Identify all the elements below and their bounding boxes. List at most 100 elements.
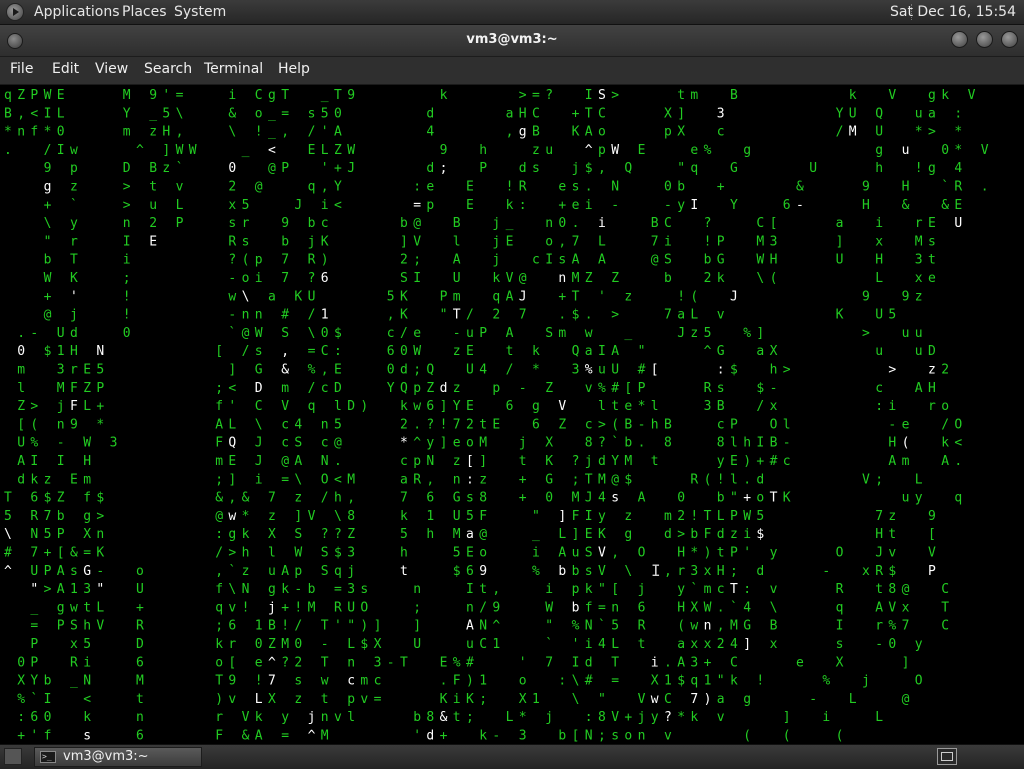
matrix-char: = (334, 582, 342, 597)
menu-edit[interactable]: Edit (52, 61, 79, 77)
matrix-char: E (308, 143, 316, 158)
matrix-char: e (572, 198, 580, 213)
matrix-char: 2 (294, 655, 302, 670)
matrix-char: , (228, 491, 236, 506)
system-menu[interactable]: System (174, 3, 226, 21)
matrix-char: ; (598, 729, 606, 744)
matrix-char: + (519, 491, 527, 506)
matrix-char: ) (704, 546, 712, 561)
workspace-switcher-icon[interactable] (937, 748, 957, 765)
matrix-char: & (70, 546, 78, 561)
matrix-char: 5 (83, 637, 91, 652)
matrix-char: s (360, 582, 368, 597)
matrix-char: A (215, 417, 223, 432)
matrix-char: C (321, 344, 329, 359)
places-menu[interactable]: Places (122, 3, 167, 21)
matrix-char: w (585, 326, 593, 341)
menu-search[interactable]: Search (144, 61, 192, 77)
matrix-char: 7 (400, 491, 408, 506)
menu-view[interactable]: View (95, 61, 128, 77)
matrix-char: k (83, 710, 91, 725)
matrix-char: W (545, 600, 553, 615)
matrix-char: ? (704, 216, 712, 231)
terminal-output[interactable]: q Z P W E M 9 ' = i Cg T _ T 9 k > =? I S > t m Bk Vg k V B, < I L Y _ 5 \… (0, 85, 1024, 744)
matrix-char: ; (123, 271, 131, 286)
matrix-char: . (572, 216, 580, 231)
window-titlebar[interactable]: vm3@vm3:~ (0, 25, 1024, 57)
matrix-char: H (902, 180, 910, 195)
matrix-char: T (400, 655, 408, 670)
matrix-char: > (96, 509, 104, 524)
menu-terminal[interactable]: Terminal (204, 61, 263, 77)
close-button[interactable] (1001, 31, 1018, 48)
clock[interactable]: Sat Dec 16, 15:54 (890, 3, 1016, 21)
matrix-char: T (572, 289, 580, 304)
matrix-char: P (479, 326, 487, 341)
matrix-char: A (677, 655, 685, 670)
matrix-char: 7 (690, 692, 698, 707)
matrix-char: h (426, 527, 434, 542)
matrix-char: t (717, 546, 725, 561)
matrix-char: d (756, 472, 764, 487)
matrix-char: \ (624, 564, 632, 579)
matrix-char: 3 (717, 106, 725, 121)
matrix-char: a (506, 106, 514, 121)
applications-menu[interactable]: Applications (34, 3, 120, 21)
matrix-char: ? (281, 655, 289, 670)
matrix-char: T (281, 88, 289, 103)
matrix-char: F (215, 436, 223, 451)
maximize-button[interactable] (976, 31, 993, 48)
matrix-char: 0 (677, 491, 685, 506)
matrix-char: a (268, 289, 276, 304)
matrix-char: b (572, 564, 580, 579)
matrix-char: Z (268, 637, 276, 652)
matrix-char: w (70, 600, 78, 615)
matrix-char: 4 (426, 125, 434, 140)
gnome-foot-icon[interactable] (6, 3, 24, 21)
taskbar-window-button[interactable]: vm3@vm3:~ (34, 747, 202, 767)
matrix-char: E (466, 198, 474, 213)
matrix-char: - (783, 436, 791, 451)
matrix-char: 3 (690, 655, 698, 670)
matrix-char: m (83, 472, 91, 487)
matrix-char: m (17, 363, 25, 378)
menu-file[interactable]: File (10, 61, 33, 77)
matrix-char: C (941, 582, 949, 597)
matrix-char: _ (242, 143, 250, 158)
minimize-button[interactable] (951, 31, 968, 48)
matrix-char: g (875, 143, 883, 158)
matrix-char: p (70, 161, 78, 176)
matrix-char: h (334, 491, 342, 506)
matrix-char: , (321, 180, 329, 195)
matrix-char: ! (294, 600, 302, 615)
matrix-char: l (347, 710, 355, 725)
matrix-char: R (334, 600, 342, 615)
matrix-char: * (915, 125, 923, 140)
matrix-char: A (915, 381, 923, 396)
matrix-char: b (308, 582, 316, 597)
matrix-char: w (413, 399, 421, 414)
matrix-char: X (651, 674, 659, 689)
matrix-char: V (413, 234, 421, 249)
matrix-char: 7 (902, 619, 910, 634)
matrix-char: z (268, 509, 276, 524)
matrix-char: R (954, 180, 962, 195)
matrix-char: ] (228, 472, 236, 487)
matrix-char: L (875, 710, 883, 725)
matrix-char: 0 (44, 710, 52, 725)
matrix-char: t (149, 180, 157, 195)
show-desktop-icon[interactable] (4, 748, 22, 765)
matrix-char: V (598, 546, 606, 561)
matrix-char: Y (836, 106, 844, 121)
matrix-char: K (400, 308, 408, 323)
matrix-char: $ (44, 491, 52, 506)
matrix-char: t (888, 527, 896, 542)
matrix-char: t (875, 582, 883, 597)
matrix-char: p (598, 143, 606, 158)
matrix-char: M (624, 454, 632, 469)
menu-help[interactable]: Help (278, 61, 310, 77)
matrix-char: # (770, 454, 778, 469)
matrix-char: / (941, 417, 949, 432)
matrix-char: : (215, 527, 223, 542)
matrix-char: K (466, 692, 474, 707)
